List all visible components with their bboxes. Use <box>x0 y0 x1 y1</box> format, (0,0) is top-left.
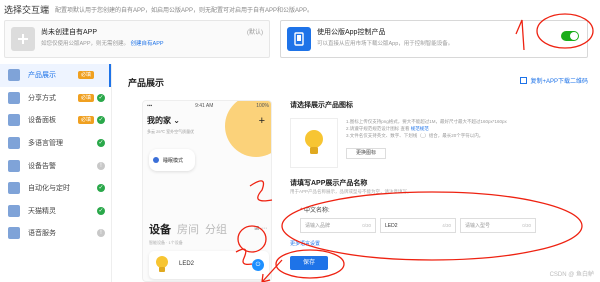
main-panel: 产品展示 复制+APP下载二维码 ▪▪▪ 9:41 AM 100% 我的家 ⌄ … <box>114 64 600 282</box>
spec-link[interactable]: 规范规范 <box>411 126 429 131</box>
product-form: 请选择展示产品图标 1.图标上传仅支持png格式，要大不能超过1M，最好尺寸最大… <box>290 100 590 282</box>
icon-section-title: 请选择展示产品图标 <box>290 102 353 109</box>
create-app-link[interactable]: 创建自有APP <box>131 41 164 47</box>
menu-item-icon <box>8 114 20 127</box>
tab-rooms: 房间 <box>177 224 199 236</box>
device-card: LED2 ⏻ <box>149 251 269 279</box>
sidebar-item[interactable]: 设备面板 必填 ✓ <box>0 109 111 132</box>
own-app-card[interactable]: 尚未创建自有APP 如您仅使用公版APP，则无需创建。 创建自有APP (默认) <box>4 20 270 58</box>
sidebar-item[interactable]: 自动化与定时 ✓ <box>0 177 111 200</box>
default-tag: (默认) <box>247 30 263 36</box>
hint-line-3: 3.文件名仅支持英文、数字、下划线（_）组合，最长20个字符以内。 <box>346 133 484 138</box>
scene-card: 睡眠模式 <box>149 149 195 171</box>
public-app-toggle[interactable] <box>561 31 579 41</box>
sidebar-item-label: 设备告警 <box>28 162 56 170</box>
page-title: 选择交互端 <box>4 4 50 15</box>
menu-item-icon <box>8 159 20 172</box>
sidebar-item-label: 设备面板 <box>28 117 56 125</box>
bulb-icon <box>156 256 168 272</box>
device-name: LED2 <box>179 261 195 267</box>
chinese-name-label: * 中文名称: <box>300 208 330 214</box>
phone-preview: ▪▪▪ 9:41 AM 100% 我的家 ⌄ + 多云 25℃ 室外空气质量优 … <box>142 100 272 282</box>
page-description: 配置项默认用于您创建的自有APP，如启用公版APP，则无配置可对启用于自有APP… <box>55 7 314 14</box>
hint-line-2: 2.请遵守规范规范设计图标 查看 规范规范 <box>346 126 429 131</box>
signal-icon: ▪▪▪ <box>147 103 153 109</box>
sidebar-item[interactable]: 语音服务! <box>0 222 111 245</box>
page: 选择交互端 配置项默认用于您创建的自有APP，如启用公版APP，则无配置可对启用… <box>0 0 600 282</box>
warning-icon: ! <box>97 229 105 238</box>
interaction-choice-row: 尚未创建自有APP 如您仅使用公版APP，则无需创建。 创建自有APP (默认)… <box>0 20 600 58</box>
required-badge: 必填 <box>78 93 95 102</box>
sidebar-item[interactable]: 天猫精灵 ✓ <box>0 200 111 223</box>
menu-item-icon <box>8 69 20 82</box>
sidebar-item-label: 产品展示 <box>28 72 56 80</box>
menu-item-icon <box>8 227 20 240</box>
plus-icon <box>11 27 35 51</box>
menu-item-icon <box>8 91 20 104</box>
check-icon: ✓ <box>97 93 105 102</box>
public-app-card[interactable]: 使用公版App控制产品 可以直接从应用市场下载公版App，用于控制智能设备。 <box>280 20 588 58</box>
char-count: 4/30 <box>442 223 451 228</box>
qr-download-link[interactable]: 复制+APP下载二维码 <box>520 76 588 85</box>
add-icon: + <box>258 115 265 127</box>
required-badge: 必填 <box>78 71 95 80</box>
phone-tabs: 设备 房间 分组 <box>149 221 227 237</box>
sidebar-item[interactable]: 设备告警! <box>0 154 111 177</box>
bulb-icon <box>305 130 323 154</box>
sidebar-item-label: 分享方式 <box>28 94 56 102</box>
sidebar-item-label: 多语言管理 <box>28 140 63 148</box>
check-icon: ✓ <box>97 139 105 148</box>
menu-item-icon <box>8 137 20 150</box>
menu-item-icon <box>8 182 20 195</box>
required-badge: 必填 <box>78 116 95 125</box>
sidebar: 产品展示 必填 分享方式 必填 ✓ 设备面板 必填 ✓ 多语言管理 ✓ 设备告警! 自动化与定时 ✓ 天猫… <box>0 64 112 282</box>
warning-icon: ! <box>97 161 105 170</box>
check-icon: ✓ <box>97 184 105 193</box>
product-name-input[interactable]: LED2 4/30 <box>380 218 456 233</box>
tab-groups: 分组 <box>205 224 227 236</box>
name-section-title: 请填写APP展示产品名称 <box>290 180 368 187</box>
section-heading: 产品展示 <box>128 78 165 88</box>
more-languages-link[interactable]: 更多语言设置 <box>290 240 320 247</box>
save-button[interactable]: 保存 <box>290 256 328 270</box>
moon-icon <box>153 157 159 163</box>
sidebar-item-label: 天猫精灵 <box>28 207 56 215</box>
sidebar-item-label: 自动化与定时 <box>28 185 70 193</box>
own-app-desc: 如您仅使用公版APP，则无需创建。 创建自有APP <box>41 41 164 47</box>
qr-icon <box>520 77 528 84</box>
char-count: 0/30 <box>362 223 371 228</box>
menu-item-icon <box>8 204 20 217</box>
change-icon-button[interactable]: 更换图标 <box>346 148 386 159</box>
sidebar-item[interactable]: 多语言管理 ✓ <box>0 132 111 155</box>
model-input[interactable]: 请输入型号 0/30 <box>460 218 536 233</box>
sidebar-item[interactable]: 分享方式 必填 ✓ <box>0 87 111 110</box>
watermark: CSDN @ 鱼白鲈 <box>549 272 594 278</box>
sidebar-item[interactable]: 产品展示 必填 <box>0 64 111 87</box>
sidebar-item-label: 语音服务 <box>28 230 56 238</box>
phone-app-icon <box>287 27 311 51</box>
check-icon: ✓ <box>97 116 105 125</box>
public-app-title: 使用公版App控制产品 <box>317 29 386 36</box>
home-title: 我的家 ⌄ <box>147 116 180 125</box>
weather-text: 多云 25℃ 室外空气质量优 <box>147 129 195 134</box>
phone-status-bar: ▪▪▪ 9:41 AM 100% <box>143 101 271 111</box>
brand-input[interactable]: 请输入品牌 0/30 <box>300 218 376 233</box>
battery-level: 100% <box>256 103 269 109</box>
own-app-title: 尚未创建自有APP <box>41 29 98 36</box>
device-count: 智能设备 · 1个设备 <box>149 240 183 245</box>
hint-line-1: 1.图标上传仅支持png格式，要大不能超过1M，最好尺寸最大不超过160px*1… <box>346 119 507 124</box>
char-count: 0/30 <box>522 223 531 228</box>
check-icon: ✓ <box>97 206 105 215</box>
power-icon: ⏻ <box>252 259 264 271</box>
name-section-desc: 用于APP产品名称展示，品牌或型号不能为空，请注意填写。 <box>290 189 412 194</box>
phone-time: 9:41 AM <box>195 103 214 109</box>
tab-devices: 设备 <box>149 224 171 236</box>
topbar: 选择交互端 配置项默认用于您创建的自有APP，如启用公版APP，则无配置可对启用… <box>0 0 600 18</box>
public-app-desc: 可以直接从应用市场下载公版App，用于控制智能设备。 <box>317 41 454 47</box>
icon-hints: 1.图标上传仅支持png格式，要大不能超过1M，最好尺寸最大不超过160px*1… <box>346 118 507 139</box>
grid-more-icon: ⊞ ⋯ <box>254 226 267 232</box>
product-icon-preview <box>290 118 338 168</box>
